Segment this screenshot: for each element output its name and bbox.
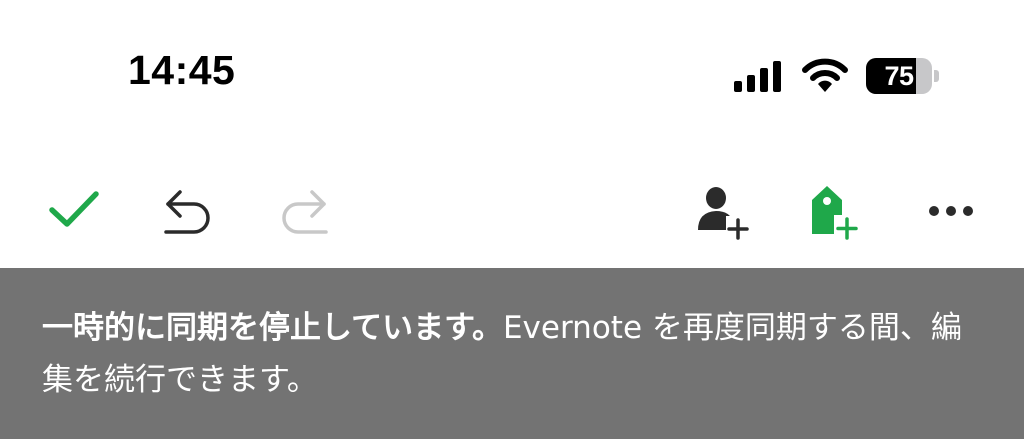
undo-icon: [164, 190, 210, 234]
sync-paused-banner: 一時的に同期を停止しています。Evernote を再度同期する間、編集を続行でき…: [0, 268, 1024, 439]
checkmark-icon: [49, 191, 99, 227]
add-tag-button[interactable]: [808, 184, 864, 242]
wifi-icon: [802, 58, 848, 94]
status-time: 14:45: [128, 47, 236, 93]
battery-body: 75: [866, 58, 932, 94]
battery-cap: [934, 70, 939, 82]
add-tag-icon: [812, 186, 860, 241]
banner-message: 一時的に同期を停止しています。Evernote を再度同期する間、編集を続行でき…: [42, 302, 992, 406]
note-editor-screen: 14:45 75 一時的に同期を停止しています。Evernote を再度同期する…: [0, 0, 1024, 439]
more-options-button[interactable]: [926, 196, 976, 226]
add-person-icon: [698, 187, 750, 240]
share-button[interactable]: [696, 184, 754, 242]
battery-level: 75: [884, 60, 914, 91]
undo-button[interactable]: [160, 186, 216, 238]
banner-title: 一時的に同期を停止しています。: [42, 310, 503, 346]
cellular-signal-icon: [734, 60, 784, 92]
done-button[interactable]: [46, 186, 102, 234]
more-horizontal-icon: [929, 206, 973, 216]
redo-button[interactable]: [276, 186, 332, 238]
redo-icon: [282, 190, 328, 234]
battery-indicator: 75: [866, 58, 940, 94]
